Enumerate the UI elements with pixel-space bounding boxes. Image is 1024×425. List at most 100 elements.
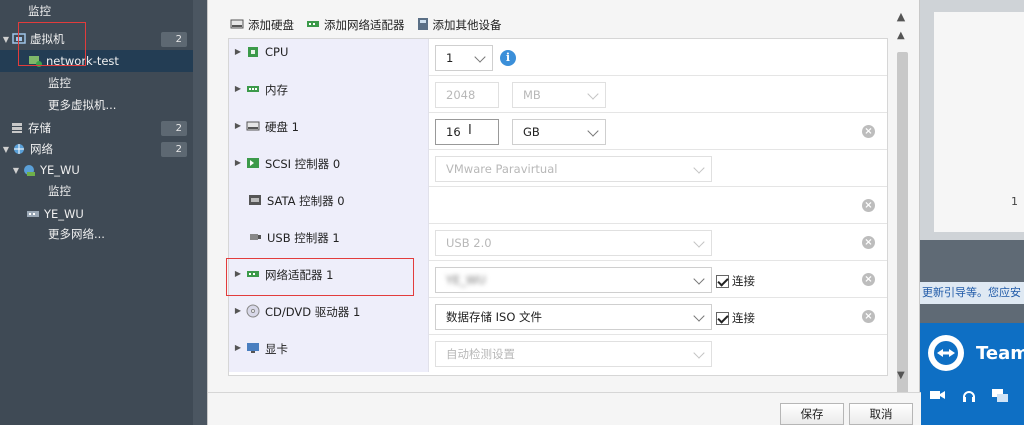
nav-item-label: 虚拟机 bbox=[30, 32, 65, 46]
expand-caret-icon[interactable]: ▶ bbox=[231, 269, 245, 278]
save-button[interactable]: 保存 bbox=[780, 403, 844, 425]
add-other-device-button[interactable]: 添加其他设备 bbox=[417, 17, 502, 34]
remove-icon[interactable]: × bbox=[862, 310, 875, 323]
hw-label-memory[interactable]: ▶ 内存 bbox=[229, 76, 429, 113]
headset-icon[interactable] bbox=[962, 389, 976, 406]
add-disk-label: 添加硬盘 bbox=[248, 18, 294, 32]
cancel-button[interactable]: 取消 bbox=[849, 403, 913, 425]
teamviewer-logo-icon bbox=[928, 335, 964, 371]
hw-label-cdrom[interactable]: ▶ CD/DVD 驱动器 1 bbox=[229, 298, 429, 335]
expand-caret-icon[interactable]: ▶ bbox=[231, 343, 245, 352]
remove-icon[interactable]: × bbox=[862, 199, 875, 212]
hw-label-scsi[interactable]: ▶ SCSI 控制器 0 bbox=[229, 150, 429, 187]
hw-label-disk[interactable]: ▶ 硬盘 1 bbox=[229, 113, 429, 150]
display-settings-select[interactable]: 自动检测设置 bbox=[435, 341, 712, 367]
scrollbar-thumb[interactable] bbox=[897, 52, 908, 397]
count-badge: 2 bbox=[161, 31, 187, 47]
remove-icon[interactable]: × bbox=[862, 236, 875, 249]
dialog-scrollbar[interactable]: ▲ ▼ bbox=[894, 30, 910, 397]
scsi-controller-icon bbox=[245, 156, 261, 170]
nic-connect-checkbox[interactable]: 连接 bbox=[716, 273, 755, 289]
background-number: 1 bbox=[1011, 195, 1018, 208]
expand-caret-icon[interactable]: ▶ bbox=[231, 306, 245, 315]
sata-controller-icon bbox=[247, 193, 263, 207]
navigator-panel: 监控 ▼ 虚拟机 2 network-test 监控 更多虚拟机... 存储 2… bbox=[0, 0, 193, 425]
hw-row-display: ▶ 显卡 自动检测设置 bbox=[229, 335, 887, 372]
hw-label-cpu[interactable]: ▶ CPU bbox=[229, 39, 429, 76]
edit-settings-dialog: 添加硬盘 添加网络适配器 添加其他设备 ▲ ▶ CPU 1 i ▶ 内存 204… bbox=[207, 0, 921, 425]
display-icon bbox=[245, 341, 261, 355]
expand-caret-icon[interactable]: ▼ bbox=[0, 35, 12, 44]
background-panel bbox=[920, 0, 1024, 240]
nav-item-vswitch[interactable]: YE_WU bbox=[0, 203, 193, 225]
switch-icon bbox=[26, 208, 40, 220]
hw-label-display[interactable]: ▶ 显卡 bbox=[229, 335, 429, 372]
scsi-type-select[interactable]: VMware Paravirtual bbox=[435, 156, 712, 182]
cdrom-icon bbox=[245, 304, 261, 318]
nav-item-storage[interactable]: 存储 2 bbox=[0, 117, 193, 139]
disk-unit-select[interactable]: GB bbox=[512, 119, 606, 145]
dialog-footer: 保存 取消 bbox=[208, 392, 921, 425]
nav-item-label: network-test bbox=[46, 54, 119, 68]
memory-size-input[interactable]: 2048 bbox=[435, 82, 499, 108]
checkbox-checked-icon bbox=[716, 274, 729, 288]
nav-item-networking[interactable]: ▼ 网络 2 bbox=[0, 138, 193, 160]
memory-unit-select[interactable]: MB bbox=[512, 82, 606, 108]
port-group-icon bbox=[22, 164, 36, 176]
nav-item-network-test[interactable]: network-test bbox=[0, 50, 193, 72]
nav-item-label: 更多网络... bbox=[48, 227, 105, 241]
hw-row-nic: ▶ 网络适配器 1 YE_WU 连接 × bbox=[229, 261, 887, 298]
cdrom-connect-checkbox[interactable]: 连接 bbox=[716, 310, 755, 326]
add-nic-button[interactable]: 添加网络适配器 bbox=[306, 17, 405, 33]
expand-caret-icon[interactable]: ▶ bbox=[231, 84, 245, 93]
hw-label-sata[interactable]: SATA 控制器 0 bbox=[229, 187, 429, 224]
expand-caret-icon[interactable]: ▶ bbox=[231, 47, 245, 56]
cpu-count-select[interactable]: 1 bbox=[435, 45, 493, 71]
info-icon[interactable]: i bbox=[500, 50, 516, 66]
remove-icon[interactable]: × bbox=[862, 125, 875, 138]
chevron-down-icon bbox=[693, 310, 705, 322]
nav-item-port-group[interactable]: ▼ YE_WU bbox=[0, 159, 193, 181]
add-disk-button[interactable]: 添加硬盘 bbox=[230, 17, 294, 33]
usb-type-select[interactable]: USB 2.0 bbox=[435, 230, 712, 256]
nic-icon bbox=[306, 18, 320, 33]
chevron-up-icon[interactable]: ▲ bbox=[894, 10, 908, 24]
teamviewer-panel: Team bbox=[920, 323, 1024, 425]
hw-label-nic[interactable]: ▶ 网络适配器 1 bbox=[229, 261, 429, 298]
network-select[interactable]: YE_WU bbox=[435, 267, 712, 293]
hw-row-usb: USB 控制器 1 USB 2.0 × bbox=[229, 224, 887, 261]
chat-icon[interactable] bbox=[992, 389, 1008, 406]
scroll-down-icon[interactable]: ▼ bbox=[897, 370, 905, 381]
expand-caret-icon[interactable]: ▼ bbox=[0, 145, 12, 154]
expand-caret-icon[interactable]: ▶ bbox=[231, 121, 245, 130]
nav-item-pg-monitor[interactable]: 监控 bbox=[0, 180, 193, 202]
nav-item-vm-monitor[interactable]: 监控 bbox=[0, 0, 193, 22]
nav-item-label: 网络 bbox=[30, 142, 53, 156]
video-icon[interactable] bbox=[930, 389, 946, 406]
add-nic-label: 添加网络适配器 bbox=[324, 18, 405, 32]
chevron-down-icon bbox=[693, 347, 705, 359]
nav-item-label: 存储 bbox=[28, 121, 51, 135]
expand-caret-icon[interactable]: ▼ bbox=[10, 166, 22, 175]
chevron-down-icon bbox=[693, 273, 705, 285]
nav-item-more-networks[interactable]: 更多网络... bbox=[0, 223, 193, 245]
hw-label-usb[interactable]: USB 控制器 1 bbox=[229, 224, 429, 261]
nav-item-more-vms[interactable]: 更多虚拟机... bbox=[0, 94, 193, 116]
device-icon bbox=[417, 17, 429, 34]
hw-row-memory: ▶ 内存 2048 MB bbox=[229, 76, 887, 113]
cdrom-media-select[interactable]: 数据存储 ISO 文件 bbox=[435, 304, 712, 330]
nav-item-label: 监控 bbox=[48, 184, 71, 198]
notice-banner: 更新引导等。您应安 bbox=[920, 282, 1024, 304]
expand-caret-icon[interactable]: ▶ bbox=[231, 158, 245, 167]
nav-item-vms[interactable]: ▼ 虚拟机 2 bbox=[0, 28, 193, 50]
remove-icon[interactable]: × bbox=[862, 273, 875, 286]
count-badge: 2 bbox=[161, 141, 187, 157]
nav-item-vm-monitor-2[interactable]: 监控 bbox=[0, 72, 193, 94]
text-cursor-icon: I bbox=[468, 123, 472, 138]
nav-item-label: 监控 bbox=[48, 76, 71, 90]
chevron-down-icon bbox=[474, 51, 486, 63]
disk-size-input[interactable]: 16 I bbox=[435, 119, 499, 145]
storage-icon bbox=[10, 122, 24, 134]
scroll-up-icon[interactable]: ▲ bbox=[897, 30, 905, 41]
nav-item-label: 监控 bbox=[28, 4, 51, 18]
